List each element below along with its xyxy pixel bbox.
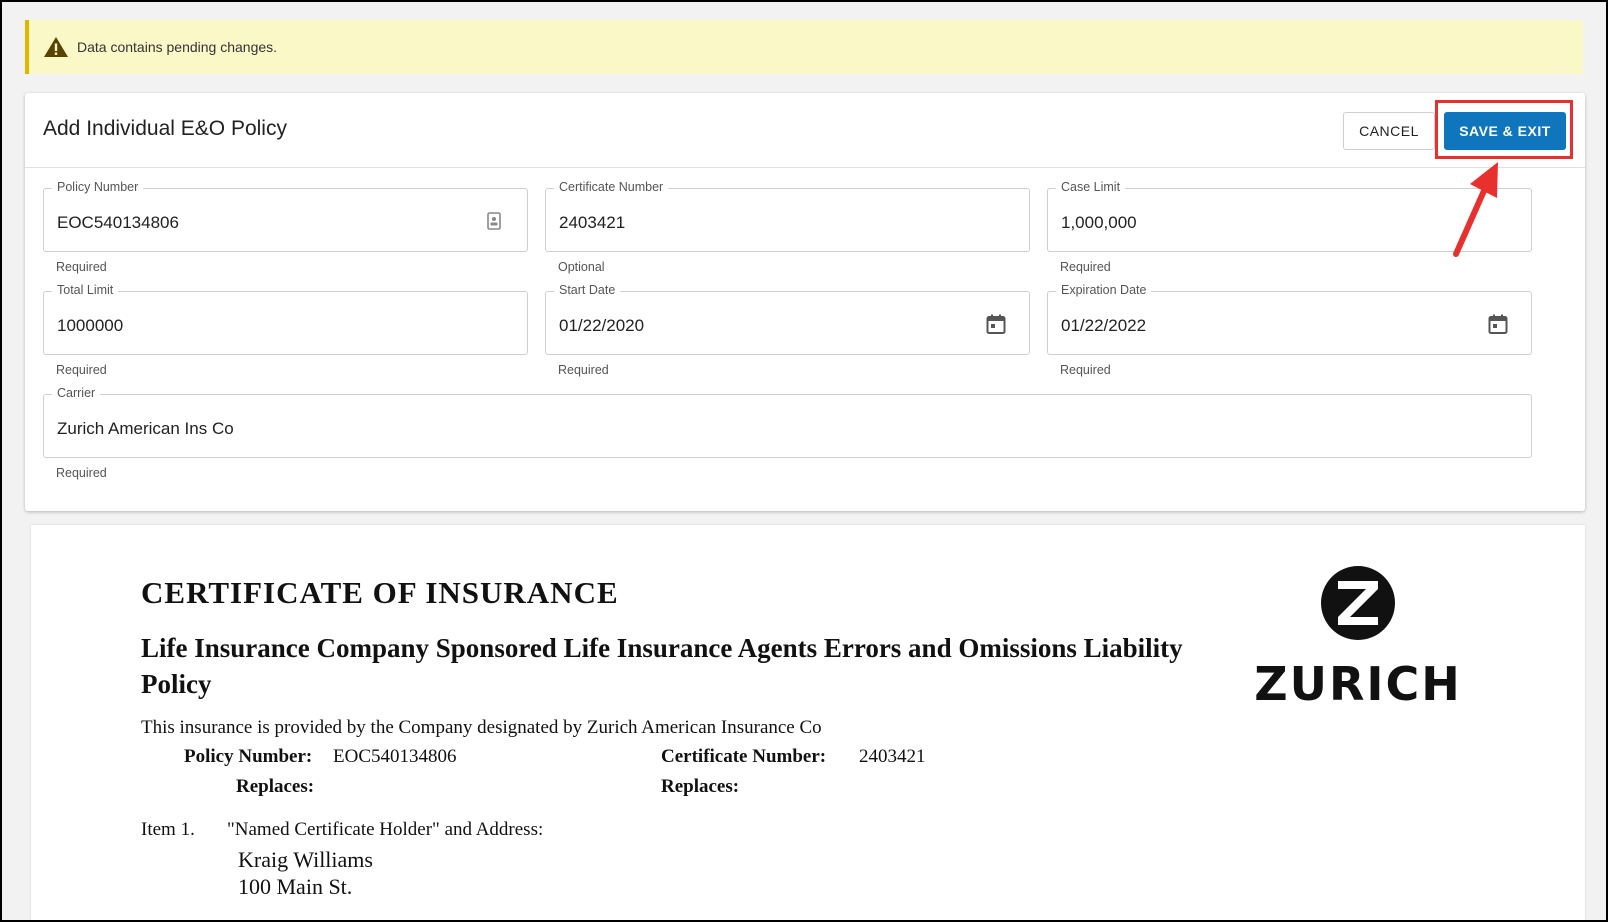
expiration-date-field[interactable]: Expiration Date 01/22/2022 [1047,283,1532,355]
expiration-date-helper: Required [1060,363,1111,377]
start-date-label: Start Date [554,283,621,297]
certificate-number-doc-label: Certificate Number: [661,746,827,767]
pending-changes-banner: Data contains pending changes. [25,20,1583,74]
start-date-field[interactable]: Start Date 01/22/2020 [545,283,1030,355]
expiration-date-label: Expiration Date [1056,283,1152,297]
save-and-exit-button[interactable]: SAVE & EXIT [1444,112,1566,150]
zurich-logo-text: ZURICH [1254,657,1462,711]
start-date-helper: Required [558,363,609,377]
warning-icon [44,37,68,57]
calendar-icon[interactable] [1487,313,1509,335]
carrier-helper: Required [56,466,107,480]
contact-card-icon[interactable] [483,210,505,232]
certificate-number-label: Certificate Number [554,180,669,194]
zurich-logo: ZURICH [1248,565,1468,715]
item-label: Item 1. [141,819,195,840]
document-title: CERTIFICATE OF INSURANCE [141,575,619,610]
case-limit-label: Case Limit [1056,180,1126,194]
policy-number-doc-value: EOC540134806 [333,746,457,767]
item-text: "Named Certificate Holder" and Address: [227,819,544,840]
policy-number-helper: Required [56,260,107,274]
certificate-document: CERTIFICATE OF INSURANCE Life Insurance … [31,525,1585,920]
case-limit-helper: Required [1060,260,1111,274]
total-limit-helper: Required [56,363,107,377]
policy-number-field[interactable]: Policy Number EOC540134806 [43,180,528,252]
policy-form-card: Add Individual E&O Policy CANCEL SAVE & … [25,93,1585,511]
document-subtitle: Life Insurance Company Sponsored Life In… [141,633,1183,699]
provided-by-line: This insurance is provided by the Compan… [141,717,822,738]
carrier-value: Zurich American Ins Co [57,419,234,438]
policy-number-label: Policy Number [52,180,144,194]
banner-message: Data contains pending changes. [77,39,278,55]
total-limit-value: 1000000 [57,316,124,335]
cancel-button[interactable]: CANCEL [1343,112,1435,150]
calendar-icon[interactable] [985,313,1007,335]
certificate-number-field[interactable]: Certificate Number 2403421 [545,180,1030,252]
carrier-label: Carrier [52,386,101,400]
holder-address: 100 Main St. [238,874,353,899]
certificate-number-value: 2403421 [559,213,626,232]
policy-number-doc-label: Policy Number: [184,746,313,767]
zurich-z-emblem [1321,566,1395,640]
replaces-doc-label-1: Replaces: [236,776,315,797]
annotation-arrow [1453,162,1498,257]
carrier-field[interactable]: Carrier Zurich American Ins Co [43,386,1532,458]
total-limit-field[interactable]: Total Limit 1000000 [43,283,528,355]
start-date-value: 01/22/2020 [559,316,645,335]
card-header: Add Individual E&O Policy CANCEL SAVE & … [25,93,1585,168]
certificate-number-doc-value: 2403421 [859,746,926,767]
replaces-doc-label-2: Replaces: [661,776,740,797]
case-limit-value: 1,000,000 [1061,213,1137,232]
total-limit-label: Total Limit [52,283,119,297]
holder-name: Kraig Williams [238,847,373,872]
certificate-number-helper: Optional [558,260,605,274]
app-frame: Data contains pending changes. Add Indiv… [0,0,1608,922]
expiration-date-value: 01/22/2022 [1061,316,1147,335]
page-title: Add Individual E&O Policy [43,117,287,140]
policy-number-value: EOC540134806 [57,213,179,232]
